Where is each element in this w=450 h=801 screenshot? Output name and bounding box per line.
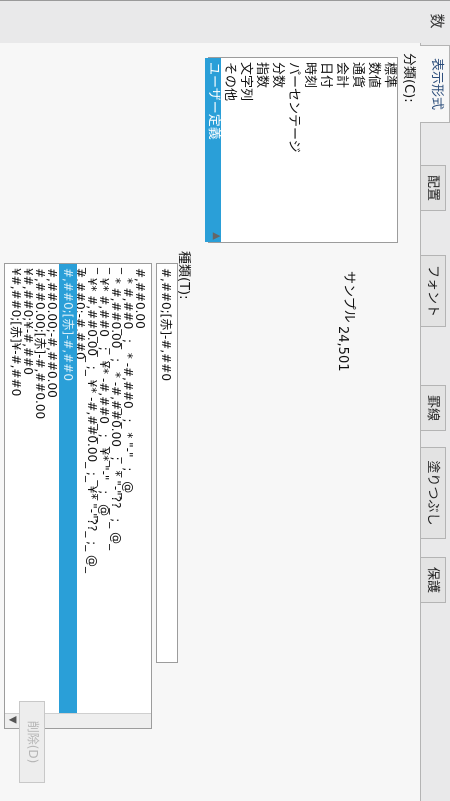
type-label: 種類(T): — [176, 251, 191, 300]
category-item[interactable]: 指数 — [253, 58, 269, 242]
category-item[interactable]: 標準 — [381, 58, 397, 242]
format-cells-dialog: 数 表示形式 配置 フォント 罫線 塗りつぶし 保護 分類(C): 標準 数値 … — [0, 0, 450, 801]
tab-number-format[interactable]: 表示形式 — [420, 45, 450, 123]
dialog-title: 数 — [428, 13, 446, 29]
tab-font[interactable]: フォント — [420, 255, 446, 327]
category-list[interactable]: 標準 数値 通貨 会計 日付 時刻 パーセンテージ 分数 指数 文字列 その他 … — [205, 57, 398, 243]
category-item[interactable]: その他 — [221, 58, 237, 242]
type-input[interactable]: #,##0;[赤]-#,##0 — [156, 263, 178, 663]
format-item[interactable]: ¥#,##0;[赤]¥-#,##0 — [7, 264, 25, 664]
format-list[interactable]: #,##0.00 _ * #,##0_ ;_ * -#,##0_ ;_ * "-… — [4, 263, 152, 729]
category-item[interactable]: 通貨 — [349, 58, 365, 242]
tab-alignment[interactable]: 配置 — [420, 165, 446, 211]
category-item[interactable]: パーセンテージ — [285, 58, 301, 242]
category-item[interactable]: 時刻 — [301, 58, 317, 242]
delete-button[interactable]: 削除(D) — [19, 701, 45, 783]
type-input-value: #,##0;[赤]-#,##0 — [159, 268, 173, 381]
category-item[interactable]: 数値 — [365, 58, 381, 242]
sample-label: サンプル — [341, 271, 356, 323]
sample-value: 24,501 — [335, 326, 350, 372]
scroll-arrow-icon[interactable]: ▲ — [211, 232, 222, 240]
category-item[interactable]: 日付 — [317, 58, 333, 242]
tab-protection[interactable]: 保護 — [420, 557, 446, 603]
category-item-selected[interactable]: ユーザー定義 — [205, 58, 221, 242]
chevron-down-icon[interactable]: ▼ — [7, 716, 18, 724]
category-label: 分類(C): — [401, 53, 416, 103]
format-cells-dialog-rotated: 数 表示形式 配置 フォント 罫線 塗りつぶし 保護 分類(C): 標準 数値 … — [0, 0, 450, 801]
category-item[interactable]: 会計 — [333, 58, 349, 242]
category-item[interactable]: 分数 — [269, 58, 285, 242]
format-item-selected[interactable]: #,##0;[赤]-#,##0 — [59, 264, 77, 716]
category-item[interactable]: 文字列 — [237, 58, 253, 242]
tab-border[interactable]: 罫線 — [420, 385, 446, 431]
tab-fill[interactable]: 塗りつぶし — [420, 447, 446, 539]
